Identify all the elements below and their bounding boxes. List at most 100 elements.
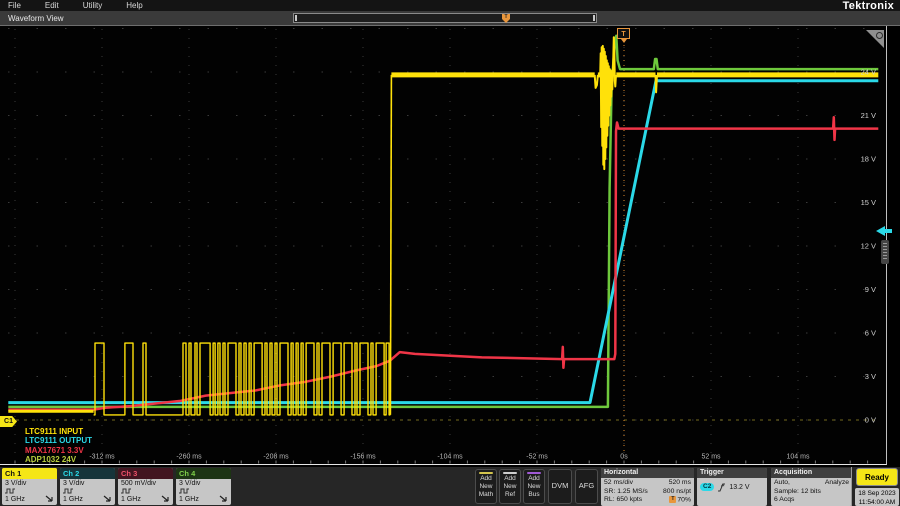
channel-badge-2[interactable]: Ch 23 V/div 1 GHz (60, 468, 115, 505)
ready-status-button[interactable]: Ready (856, 468, 898, 486)
x-axis-label: 104 ms (787, 454, 810, 461)
add-new-math-button[interactable]: AddNewMath (475, 469, 497, 504)
trigger-level-arrow-icon[interactable] (876, 226, 885, 236)
trace-ch4[interactable] (8, 36, 878, 407)
acquisition-count: 6 Acqs (774, 496, 794, 505)
y-axis-label: 18 V (861, 155, 876, 164)
scrollbar-gripper[interactable] (881, 240, 889, 264)
date-text: 18 Sep 2023 (855, 489, 899, 498)
acquisition-mode: Auto, (774, 479, 790, 488)
x-axis-label: -208 ms (263, 454, 289, 461)
trace-ch1[interactable] (390, 75, 391, 415)
x-axis-label: 0s (620, 454, 628, 461)
channel-badge-1[interactable]: Ch 13 V/div1 GHz (2, 468, 57, 505)
menu-bar: File Edit Utility Help (0, 0, 900, 11)
trigger-panel[interactable]: Trigger C2 13.2 V (697, 468, 767, 506)
bandwidth-arrow-icon (161, 495, 170, 503)
trace-ch1[interactable] (656, 75, 658, 92)
button-label-line: New (524, 483, 544, 491)
bandwidth-arrow-icon (45, 495, 54, 503)
datetime-display: 18 Sep 2023 11:54:00 AM (855, 488, 899, 506)
button-accent (527, 472, 541, 474)
waveform-plot[interactable]: 24 V21 V18 V15 V12 V9 V6 V3 V0 V-312 ms-… (0, 26, 887, 465)
rising-edge-icon (717, 482, 726, 492)
channel-badge-3[interactable]: Ch 3500 mV/div1 GHz (118, 468, 173, 505)
record-left-bracket-icon (295, 15, 300, 21)
x-axis-label: 52 ms (701, 454, 721, 461)
sample-rate: SR: 1.25 MS/s (604, 488, 648, 497)
probe-icon (5, 487, 15, 494)
trace-ch1[interactable] (600, 37, 616, 169)
add-new-bus-button[interactable]: AddNewBus (523, 469, 545, 504)
afg-button[interactable]: AFG (575, 469, 598, 504)
record-view-bar[interactable]: T (293, 13, 597, 23)
channel-badge-label[interactable]: Ch 2 (60, 468, 115, 479)
horizontal-panel[interactable]: Horizontal 52 ms/div 520 ms SR: 1.25 MS/s… (601, 468, 694, 506)
y-axis-label: 9 V (865, 285, 876, 294)
trigger-panel-title: Trigger (697, 468, 767, 478)
record-length: RL: 650 kpts (604, 496, 642, 505)
time-text: 11:54:00 AM (855, 498, 899, 506)
channel-scale: 3 V/div (179, 480, 228, 487)
x-axis-label: -312 ms (89, 454, 115, 461)
acquisition-sample-bits: Sample: 12 bits (774, 488, 821, 497)
channel-badge-label[interactable]: Ch 4 (176, 468, 231, 479)
dvm-button[interactable]: DVM (548, 469, 572, 504)
record-trigger-marker-icon[interactable]: T (502, 14, 510, 23)
channel-scale: 3 V/div (63, 480, 112, 487)
button-accent (503, 472, 517, 474)
button-label-line: Ref (500, 491, 520, 499)
channel-badge-label[interactable]: Ch 3 (118, 468, 173, 479)
probe-icon (179, 487, 189, 494)
acquisition-panel-title: Acquisition (771, 468, 852, 478)
acquisition-panel[interactable]: Acquisition Auto, Analyze Sample: 12 bits… (771, 468, 852, 506)
y-axis-label: 0 V (865, 416, 876, 425)
menu-edit[interactable]: Edit (45, 1, 59, 10)
button-label-line: Math (476, 491, 496, 499)
button-label-line: New (476, 483, 496, 491)
settings-bar: Ch 13 V/div1 GHzCh 23 V/div1 GHzCh 3500 … (0, 466, 900, 506)
bandwidth-arrow-icon (103, 495, 112, 503)
trigger-source-badge[interactable]: C2 (700, 483, 714, 491)
record-right-bracket-icon (590, 15, 595, 21)
x-axis-label: -156 ms (350, 454, 376, 461)
y-axis-label: 24 V (861, 68, 876, 77)
add-new-ref-button[interactable]: AddNewRef (499, 469, 521, 504)
horizontal-scale: 52 ms/div (604, 479, 633, 488)
button-label-line: Add (476, 475, 496, 483)
probe-icon (121, 487, 131, 494)
trace-ch3[interactable] (8, 117, 878, 409)
y-axis-label: 6 V (865, 329, 876, 338)
acquisition-analyze: Analyze (825, 479, 849, 488)
x-axis-label: -260 ms (176, 454, 202, 461)
menu-help[interactable]: Help (126, 1, 142, 10)
y-axis-label: 21 V (861, 111, 876, 120)
trigger-position-icon: T (669, 496, 676, 503)
channel-annotation: LTC9111 OUTPUT (25, 436, 92, 445)
channel-annotation: MAX17671 3.3V (25, 446, 84, 455)
magnifier-icon (876, 32, 883, 39)
trigger-position: T70% (669, 496, 691, 505)
button-label-line: Add (524, 475, 544, 483)
channel-badge-4[interactable]: Ch 43 V/div1 GHz (176, 468, 231, 505)
channel-bandwidth: 1 GHz (5, 496, 25, 503)
channel-annotation: ADP1032 24V (25, 455, 76, 464)
channel-bandwidth: 1 GHz (63, 496, 83, 503)
channel-annotation: LTC9111 INPUT (25, 427, 83, 436)
oscilloscope-screen: File Edit Utility Help Tektronix Wavefor… (0, 0, 900, 506)
horizontal-window: 520 ms (669, 479, 691, 488)
button-label-line: New (500, 483, 520, 491)
trace-ch1[interactable] (595, 75, 598, 88)
sample-interval: 800 ns/pt (663, 488, 691, 497)
tab-waveform-view[interactable]: Waveform View (8, 14, 64, 23)
horizontal-panel-title: Horizontal (601, 468, 694, 478)
menu-file[interactable]: File (8, 1, 21, 10)
button-accent (479, 472, 493, 474)
bandwidth-arrow-icon (219, 495, 228, 503)
x-axis-label: -52 ms (526, 454, 548, 461)
menu-utility[interactable]: Utility (83, 1, 103, 10)
trigger-level-value: 13.2 V (729, 484, 749, 491)
expansion-point-flag-icon[interactable]: T (617, 28, 630, 39)
channel-badge-label[interactable]: Ch 1 (2, 468, 57, 479)
waveform-canvas: 24 V21 V18 V15 V12 V9 V6 V3 V0 V-312 ms-… (0, 26, 886, 464)
